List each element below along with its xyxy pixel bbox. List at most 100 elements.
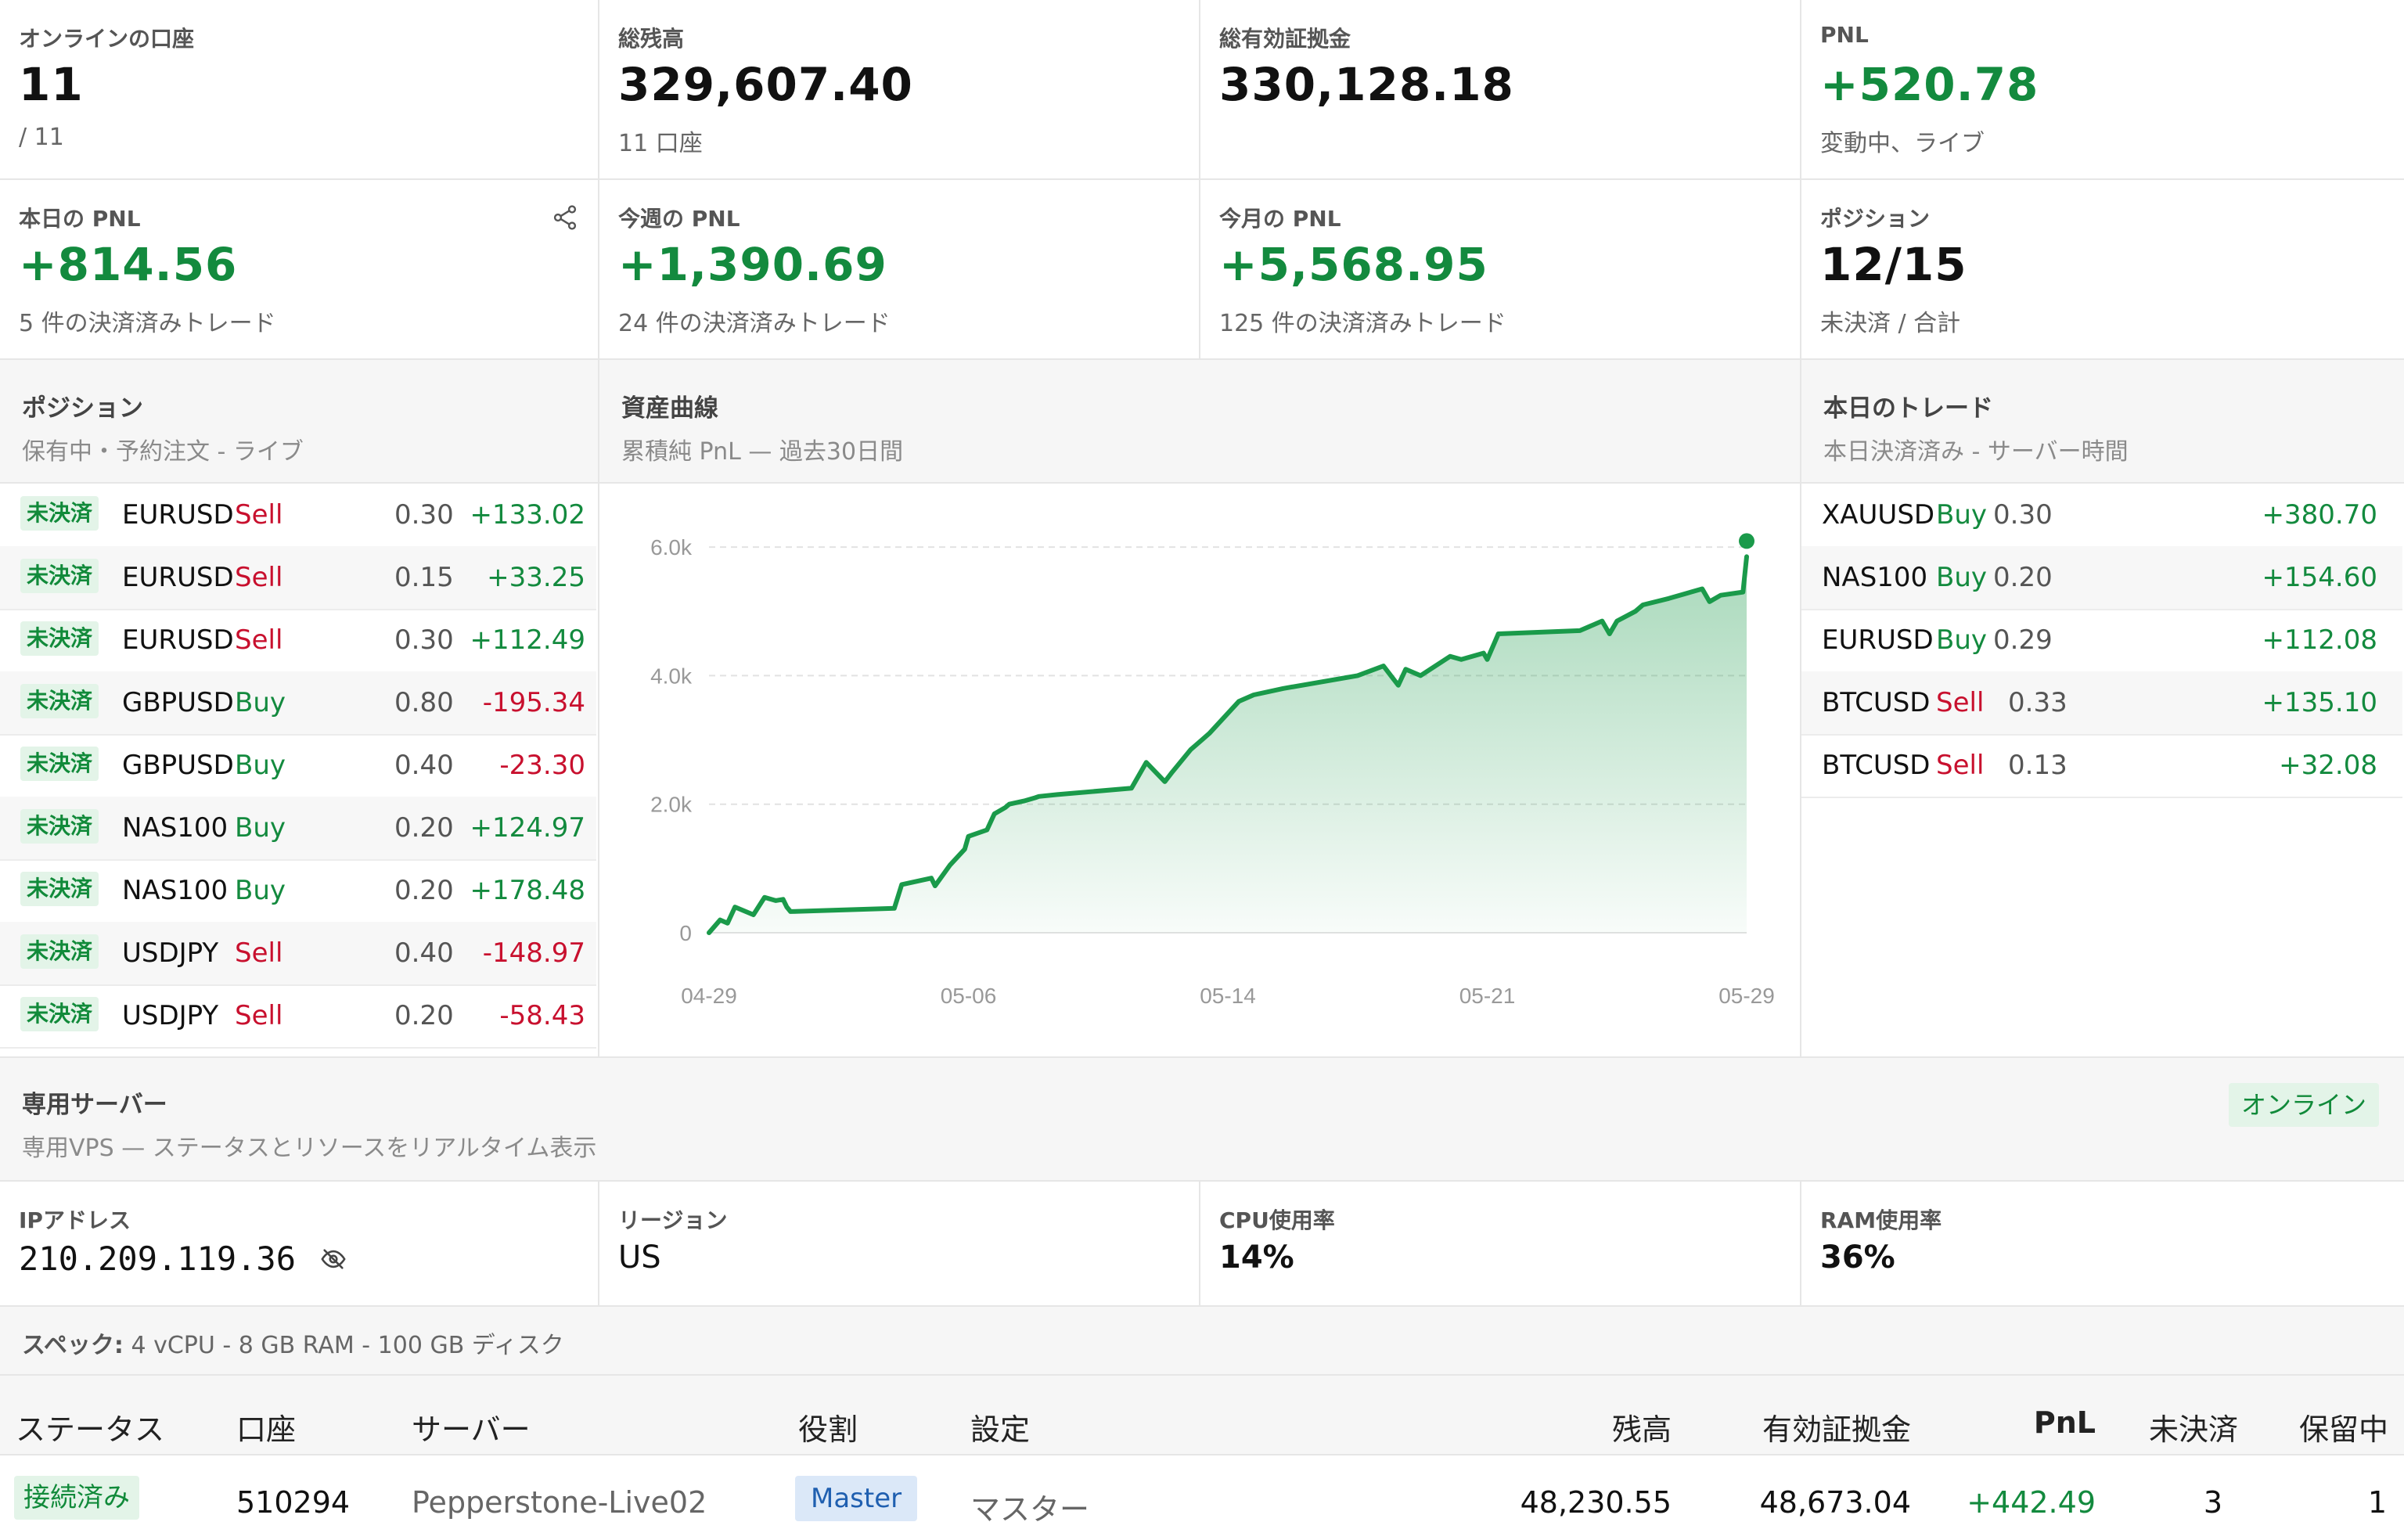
col-account[interactable]: 口座 [236,1405,296,1448]
col-status[interactable]: ステータス [16,1405,164,1448]
col-role[interactable]: 役割 [798,1405,858,1448]
stat-label: 今月の PNL [1219,206,1341,232]
stat-value: +1,390.69 [618,238,887,291]
ram-value: 36% [1820,1240,1895,1276]
position-volume: 0.40 [394,750,454,781]
eye-off-icon[interactable] [320,1242,347,1280]
position-row[interactable]: 未決済 GBPUSD Buy 0.80 -195.34 [0,671,596,736]
server-name: Pepperstone-Live02 [412,1485,707,1520]
position-symbol: GBPUSD [122,687,234,718]
y-tick-label: 2.0k [650,793,693,817]
open-status-badge: 未決済 [20,559,99,593]
equity-chart: 0 2.0k 4.0k 6.0k 04-29 05-06 05-14 05-21 05-29 [650,533,1775,1008]
stat-label: オンラインの口座 [19,26,195,52]
trade-symbol: EURUSD [1822,624,1934,656]
specs-value: 4 vCPU - 8 GB RAM - 100 GB ディスク [131,1332,564,1359]
accounts-table-header: ステータス 口座 サーバー 役割 設定 残高 有効証拠金 PnL 未決済 保留中 [0,1376,2404,1455]
trade-side: Buy [1936,624,1987,656]
trade-row[interactable]: BTCUSD Sell 0.13 +32.08 [1801,734,2402,798]
ip-value: 210.209.119.36 [19,1240,347,1280]
stat-value: 330,128.18 [1219,58,1514,111]
position-row[interactable]: 未決済 EURUSD Sell 0.30 +112.49 [0,609,596,673]
col-equity[interactable]: 有効証拠金 [1762,1405,1911,1448]
position-row[interactable]: 未決済 USDJPY Sell 0.40 -148.97 [0,922,596,986]
trades-title: 本日のトレード [1823,394,1993,423]
ip-card: IPアドレス 210.209.119.36 [0,1182,599,1307]
account-number: 510294 [236,1485,351,1520]
server-title: 専用サーバー [22,1091,167,1119]
position-symbol: EURUSD [122,562,234,593]
trade-symbol: NAS100 [1822,562,1928,593]
position-symbol: EURUSD [122,499,234,531]
position-pnl: -148.97 [482,937,585,969]
trade-row[interactable]: XAUUSD Buy 0.30 +380.70 [1801,484,2402,548]
position-row[interactable]: 未決済 NAS100 Buy 0.20 +178.48 [0,859,596,923]
position-row[interactable]: 未決済 EURUSD Sell 0.30 +133.02 [0,484,596,548]
col-settings[interactable]: 設定 [970,1405,1030,1448]
stat-label: PNL [1820,22,1869,48]
stat-value: +814.56 [19,238,238,291]
stat-label: 総有効証拠金 [1219,26,1351,52]
share-icon[interactable] [551,203,579,232]
position-volume: 0.20 [394,812,454,844]
trade-row[interactable]: EURUSD Buy 0.29 +112.08 [1801,609,2402,673]
trade-row[interactable]: NAS100 Buy 0.20 +154.60 [1801,546,2402,610]
col-balance[interactable]: 残高 [1612,1405,1672,1448]
total-equity-card: 総有効証拠金 330,128.18 [1200,0,1801,180]
x-tick-label: 04-29 [681,984,737,1008]
equity-area-fill [709,556,1747,933]
cpu-value: 14% [1219,1240,1294,1276]
stat-subtext: / 11 [19,124,64,151]
latest-point-marker [1739,533,1754,549]
stat-label: 総残高 [618,26,685,52]
table-row[interactable]: 接続済み 510294 Pepperstone-Live02 Master マス… [0,1455,2404,1540]
position-side: Sell [235,937,283,969]
position-volume: 0.20 [394,1000,454,1031]
position-pnl: -58.43 [499,1000,585,1031]
trades-list: XAUUSD Buy 0.30 +380.70 NAS100 Buy 0.20 +154.60… [1801,484,2404,1056]
col-pnl[interactable]: PnL [2034,1405,2096,1440]
col-pending[interactable]: 保留中 [2299,1405,2388,1448]
region-card: リージョン US [599,1182,1200,1307]
equity-value: 48,673.04 [1759,1485,1911,1520]
trade-volume: 0.33 [2008,687,2068,718]
position-side: Buy [235,687,286,718]
positions-card: ポジション 12/15 未決済 / 合計 [1801,180,2404,360]
trade-row[interactable]: BTCUSD Sell 0.33 +135.10 [1801,671,2402,736]
positions-list: 未決済 EURUSD Sell 0.30 +133.02 未決済 EURUSD Sell 0.1… [0,484,599,1056]
position-volume: 0.80 [394,687,454,718]
position-symbol: GBPUSD [122,750,234,781]
col-open[interactable]: 未決済 [2149,1405,2238,1448]
position-row[interactable]: 未決済 EURUSD Sell 0.15 +33.25 [0,546,596,610]
trade-pnl: +135.10 [2262,687,2377,718]
position-row[interactable]: 未決済 GBPUSD Buy 0.40 -23.30 [0,734,596,798]
total-balance-card: 総残高 329,607.40 11 口座 [599,0,1200,180]
position-volume: 0.30 [394,624,454,656]
settings-value[interactable]: マスター [970,1485,1089,1528]
y-tick-label: 4.0k [650,664,693,688]
position-symbol: EURUSD [122,624,234,656]
position-row[interactable]: 未決済 NAS100 Buy 0.20 +124.97 [0,797,596,861]
positions-subtitle: 保有中・予約注文 - ライブ [22,438,304,466]
open-status-badge: 未決済 [20,684,99,718]
pnl-card: PNL +520.78 変動中、ライブ [1801,0,2404,180]
x-tick-label: 05-06 [941,984,997,1008]
position-row[interactable]: 未決済 USDJPY Sell 0.20 -58.43 [0,984,596,1049]
position-volume: 0.30 [394,499,454,531]
stat-value: 329,607.40 [618,58,913,111]
trade-side: Sell [1936,687,1985,718]
role-badge: Master [795,1476,918,1521]
trade-side: Sell [1936,750,1985,781]
position-pnl: +178.48 [470,875,585,906]
col-server[interactable]: サーバー [412,1405,531,1448]
position-symbol: USDJPY [122,1000,219,1031]
stat-subtext: 125 件の決済済みトレード [1219,310,1506,337]
position-side: Sell [235,1000,283,1031]
server-header: 専用サーバー 専用VPS — ステータスとリソースをリアルタイム表示 オンライン [0,1056,2404,1182]
position-pnl: +112.49 [470,624,585,656]
stat-value: 11 [19,58,84,111]
equity-chart-area: 0 2.0k 4.0k 6.0k 04-29 05-06 05-14 05-21 05-29 [599,484,1801,1056]
stat-value: 12/15 [1820,238,1967,291]
stat-value: +5,568.95 [1219,238,1488,291]
position-pnl: +124.97 [470,812,585,844]
